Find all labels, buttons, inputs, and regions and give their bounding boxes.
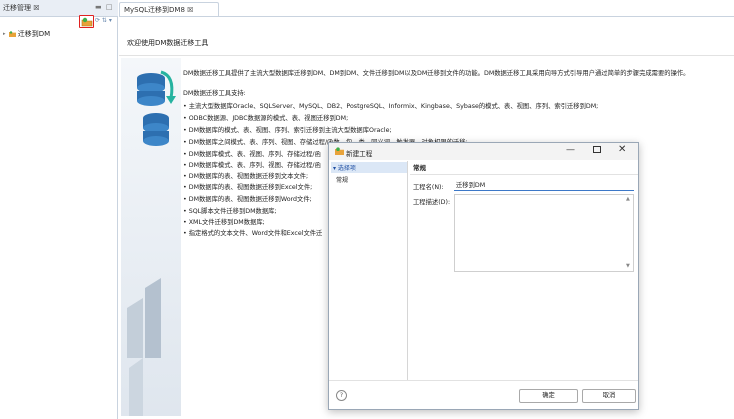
new-project-icon (335, 147, 344, 155)
close-button[interactable]: ✕ (618, 144, 626, 155)
project-name-label: 工程名(N): (413, 184, 444, 191)
panel-window-controls[interactable]: ▬ □ (95, 3, 113, 11)
tree-item-migrate-to-dm[interactable]: ▸ 迁移到DM (3, 29, 50, 41)
section-divider (410, 174, 638, 175)
feature-item: ODBC数据源、JDBC数据源的模式、表、视图迁移到DM; (183, 113, 348, 122)
tree-expand-icon[interactable]: ▸ (3, 31, 6, 37)
feature-item: SQL脚本文件迁移到DM数据库; (183, 206, 277, 215)
database-migration-illustration (121, 58, 181, 416)
cancel-button[interactable]: 取消 (582, 389, 636, 403)
migration-management-panel (0, 0, 118, 419)
dialog-title: 新建工程 (346, 150, 373, 158)
minimize-button[interactable]: — (566, 145, 575, 155)
project-description-label: 工程描述(D): (413, 199, 451, 206)
editor-tab-label: MySQL迁移到DM8 ☒ (124, 6, 194, 14)
maximize-button[interactable] (593, 146, 601, 153)
migration-management-tab-label: 迁移管理 ☒ (3, 4, 40, 12)
feature-item: DM数据库模式、表、视图、序列、存储过程/函 (183, 149, 321, 158)
nav-item-general[interactable]: 常规 (336, 175, 348, 184)
project-description-textarea[interactable] (454, 194, 634, 272)
tree-item-label: 迁移到DM (17, 30, 51, 38)
dialog-nav (330, 161, 408, 380)
project-folder-icon (8, 31, 16, 37)
help-button[interactable]: ? (336, 390, 347, 401)
new-project-icon (81, 17, 93, 26)
feature-item: 主流大型数据库Oracle、SQLServer、MySQL、DB2、Postgr… (183, 101, 599, 110)
support-title: DM数据迁移工具支持: (183, 90, 246, 97)
tabbar-divider (119, 16, 734, 17)
section-title: 常规 (413, 164, 426, 172)
feature-item: DM数据库模式、表、序列、视图、存储过程/函 (183, 160, 321, 169)
feature-item: DM数据库的表、视图数据迁移到Excel文件; (183, 182, 313, 191)
nav-item-options[interactable]: ▾ 选择项 (333, 163, 356, 172)
dialog-titlebar[interactable] (329, 143, 638, 160)
dialog-footer-divider (329, 380, 638, 381)
project-name-input[interactable] (454, 179, 634, 191)
tool-description: DM数据迁移工具提供了主流大型数据库迁移到DM、DM到DM、文件迁移到DM以及D… (183, 70, 690, 77)
feature-item: DM数据库的表、视图数据迁移到文本文件; (183, 171, 308, 180)
scroll-up-icon[interactable]: ▲ (626, 196, 630, 202)
panel-toolbar-icons[interactable]: ⟳ ⇅ ▾ (95, 17, 112, 24)
feature-item: DM数据库的表、视图数据迁移到Word文件; (183, 194, 312, 203)
feature-item: DM数据库的模式、表、视图、序列、索引迁移到主流大型数据库Oracle; (183, 125, 392, 134)
welcome-heading: 欢迎使用DM数据迁移工具 (127, 39, 209, 47)
scroll-down-icon[interactable]: ▼ (626, 263, 630, 269)
feature-item: XML文件迁移到DM数据库; (183, 217, 265, 226)
feature-item: 指定格式的文本文件、Word文件和Excel文件迁 (183, 228, 323, 237)
ok-button[interactable]: 确定 (519, 389, 578, 403)
new-project-button[interactable] (79, 15, 94, 28)
